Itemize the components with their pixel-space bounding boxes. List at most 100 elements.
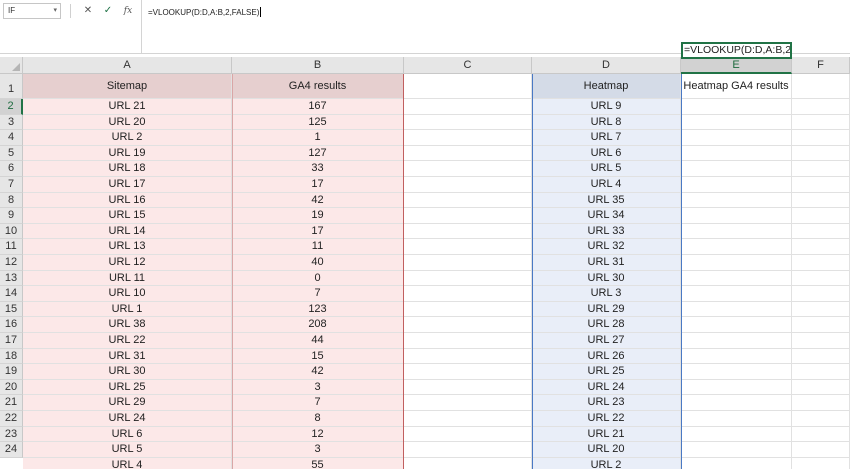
sitemap-url-cell[interactable]: URL 1 — [23, 301, 232, 318]
sitemap-url-cell[interactable]: URL 6 — [23, 426, 232, 443]
sitemap-url-cell[interactable]: URL 17 — [23, 177, 232, 193]
empty-cell[interactable] — [792, 177, 850, 193]
empty-cell[interactable] — [404, 364, 532, 380]
heatmap-url-cell[interactable]: URL 9 — [532, 99, 681, 115]
heatmap-url-cell[interactable]: URL 5 — [532, 161, 681, 177]
sitemap-url-cell[interactable]: URL 25 — [23, 379, 232, 396]
ga4-result-cell[interactable]: 19 — [232, 208, 404, 224]
heatmap-url-cell[interactable]: URL 34 — [532, 208, 681, 224]
empty-cell[interactable] — [792, 270, 850, 287]
header-cell-sitemap[interactable]: Sitemap — [23, 74, 232, 99]
cancel-icon[interactable]: ✕ — [80, 3, 96, 19]
sitemap-url-cell[interactable]: URL 29 — [23, 395, 232, 411]
row-header-10[interactable]: 10 — [0, 223, 23, 240]
row-header-15[interactable]: 15 — [0, 301, 23, 318]
sitemap-url-cell[interactable]: URL 21 — [23, 99, 232, 115]
empty-cell[interactable] — [404, 239, 532, 255]
ga4-result-cell[interactable]: 42 — [232, 192, 404, 209]
heatmap-ga4-result-cell[interactable] — [681, 223, 792, 240]
heatmap-url-cell[interactable]: URL 26 — [532, 348, 681, 365]
sitemap-url-cell[interactable]: URL 15 — [23, 208, 232, 224]
empty-cell[interactable] — [404, 270, 532, 287]
heatmap-ga4-result-cell[interactable] — [681, 130, 792, 146]
ga4-result-cell[interactable]: 3 — [232, 379, 404, 396]
sitemap-url-cell[interactable]: URL 14 — [23, 223, 232, 240]
empty-cell[interactable] — [792, 426, 850, 443]
empty-cell[interactable] — [792, 395, 850, 411]
sitemap-url-cell[interactable]: URL 2 — [23, 130, 232, 146]
ga4-result-cell[interactable]: 11 — [232, 239, 404, 255]
select-all-button[interactable] — [0, 57, 23, 74]
worksheet-grid[interactable]: A B C D E F 1 2 3 4 5 6 7 8 9 10 11 12 13 14 15 16 17 18 19 20 21 2… — [0, 57, 850, 469]
empty-cell[interactable] — [404, 145, 532, 162]
heatmap-url-cell[interactable]: URL 22 — [532, 411, 681, 427]
empty-cell[interactable] — [792, 161, 850, 177]
heatmap-ga4-result-cell[interactable] — [681, 270, 792, 287]
ga4-result-cell[interactable]: 17 — [232, 223, 404, 240]
heatmap-url-cell[interactable]: URL 29 — [532, 301, 681, 318]
heatmap-url-cell[interactable]: URL 32 — [532, 239, 681, 255]
heatmap-ga4-result-cell[interactable] — [681, 333, 792, 349]
empty-cell[interactable] — [792, 442, 850, 458]
ga4-result-cell[interactable]: 7 — [232, 286, 404, 302]
empty-cell[interactable] — [792, 192, 850, 209]
empty-cell[interactable] — [404, 192, 532, 209]
empty-cell[interactable] — [792, 145, 850, 162]
heatmap-ga4-result-cell[interactable] — [681, 348, 792, 365]
empty-cell[interactable] — [792, 99, 850, 115]
sitemap-url-cell[interactable]: URL 5 — [23, 442, 232, 458]
row-header-8[interactable]: 8 — [0, 192, 23, 209]
row-header-19[interactable]: 19 — [0, 364, 23, 380]
empty-cell[interactable] — [404, 301, 532, 318]
enter-icon[interactable]: ✓ — [100, 3, 116, 19]
header-cell-heatmap[interactable]: Heatmap — [532, 74, 681, 99]
heatmap-url-cell[interactable]: URL 23 — [532, 395, 681, 411]
heatmap-ga4-result-cell[interactable] — [681, 255, 792, 271]
column-header-c[interactable]: C — [404, 57, 532, 74]
empty-cell[interactable] — [404, 223, 532, 240]
empty-cell[interactable] — [404, 442, 532, 458]
heatmap-url-cell[interactable]: URL 2 — [532, 457, 681, 469]
heatmap-url-cell[interactable]: URL 31 — [532, 255, 681, 271]
empty-cell[interactable] — [404, 395, 532, 411]
empty-cell[interactable] — [404, 177, 532, 193]
column-header-f[interactable]: F — [792, 57, 850, 74]
row-header-9[interactable]: 9 — [0, 208, 23, 224]
heatmap-url-cell[interactable]: URL 21 — [532, 426, 681, 443]
sitemap-url-cell[interactable]: URL 10 — [23, 286, 232, 302]
row-header-4[interactable]: 4 — [0, 130, 23, 146]
sitemap-url-cell[interactable]: URL 11 — [23, 270, 232, 287]
empty-cell[interactable] — [404, 114, 532, 131]
row-header-2[interactable]: 2 — [0, 99, 23, 115]
column-header-d[interactable]: D — [532, 57, 681, 74]
sitemap-url-cell[interactable]: URL 18 — [23, 161, 232, 177]
row-header-20[interactable]: 20 — [0, 379, 23, 396]
ga4-result-cell[interactable]: 3 — [232, 442, 404, 458]
sitemap-url-cell[interactable]: URL 24 — [23, 411, 232, 427]
empty-cell[interactable] — [792, 208, 850, 224]
row-header-18[interactable]: 18 — [0, 348, 23, 365]
ga4-result-cell[interactable]: 55 — [232, 457, 404, 469]
ga4-result-cell[interactable]: 7 — [232, 395, 404, 411]
ga4-result-cell[interactable]: 123 — [232, 301, 404, 318]
heatmap-ga4-result-cell[interactable] — [681, 286, 792, 302]
active-cell-editor[interactable]: =VLOOKUP(D:D,A:B,2,FALSE) — [681, 42, 792, 59]
ga4-result-cell[interactable]: 44 — [232, 333, 404, 349]
cell-c1[interactable] — [404, 74, 532, 99]
heatmap-ga4-result-cell[interactable] — [681, 208, 792, 224]
ga4-result-cell[interactable]: 127 — [232, 145, 404, 162]
heatmap-url-cell[interactable]: URL 27 — [532, 333, 681, 349]
row-header-3[interactable]: 3 — [0, 114, 23, 131]
heatmap-url-cell[interactable]: URL 33 — [532, 223, 681, 240]
sitemap-url-cell[interactable]: URL 31 — [23, 348, 232, 365]
ga4-result-cell[interactable]: 33 — [232, 161, 404, 177]
ga4-result-cell[interactable]: 0 — [232, 270, 404, 287]
sitemap-url-cell[interactable]: URL 22 — [23, 333, 232, 349]
column-header-b[interactable]: B — [232, 57, 404, 74]
empty-cell[interactable] — [404, 286, 532, 302]
row-header-6[interactable]: 6 — [0, 161, 23, 177]
sitemap-url-cell[interactable]: URL 4 — [23, 457, 232, 469]
row-header-7[interactable]: 7 — [0, 177, 23, 193]
column-header-e[interactable]: E — [681, 57, 792, 74]
header-cell-ga4-results[interactable]: GA4 results — [232, 74, 404, 99]
